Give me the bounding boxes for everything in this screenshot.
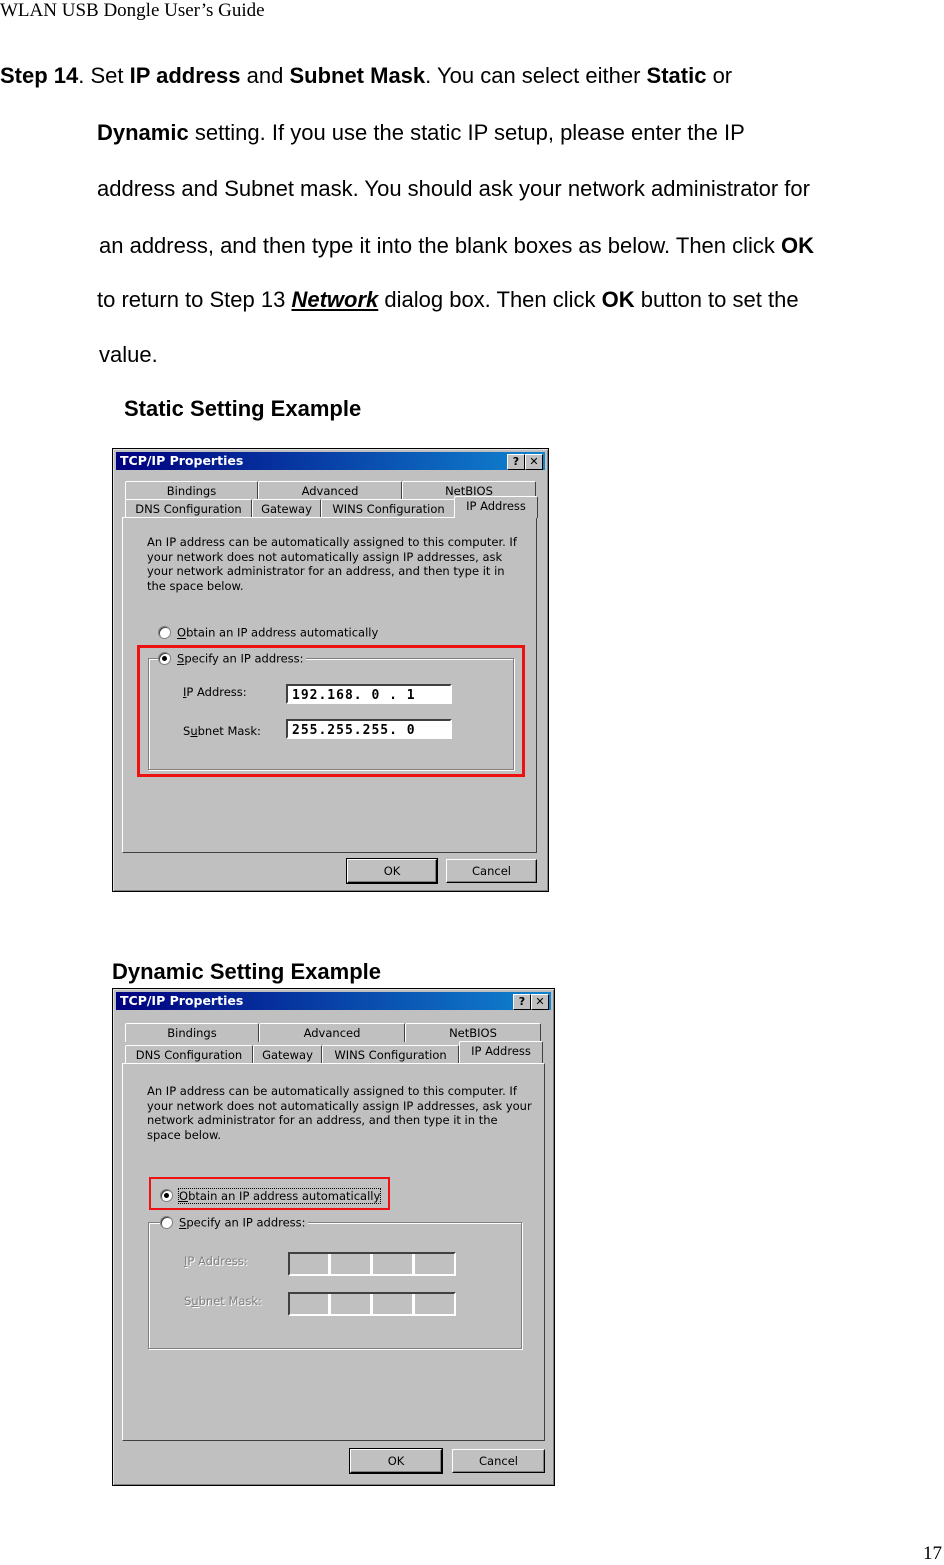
close-icon: ✕: [529, 455, 539, 468]
tab-advanced[interactable]: Advanced: [259, 1023, 405, 1042]
tab-gateway[interactable]: Gateway: [253, 1045, 322, 1064]
static-example-caption: Static Setting Example: [124, 396, 362, 421]
text: dialog box. Then click: [378, 287, 602, 312]
octet-separator: [370, 1254, 373, 1274]
tab-ip-address[interactable]: IP Address: [454, 496, 538, 518]
radio-button-unselected[interactable]: [158, 626, 171, 639]
tab-bindings[interactable]: Bindings: [125, 1023, 259, 1042]
term-ok: OK: [781, 233, 815, 258]
cancel-button[interactable]: Cancel: [446, 859, 537, 883]
title-bar: TCP/IP Properties ? ✕: [116, 452, 545, 470]
term-dynamic: Dynamic: [97, 120, 189, 145]
close-icon: ✕: [535, 995, 545, 1008]
subnet-mask-label: Subnet Mask:: [184, 1294, 262, 1308]
radio-button-unselected[interactable]: [160, 1216, 173, 1229]
dynamic-tcpip-dialog: TCP/IP Properties ? ✕ Bindings Advanced …: [112, 988, 555, 1486]
page-number: 17: [923, 1543, 942, 1564]
instruction-line-6: value.: [99, 342, 158, 368]
text: value.: [99, 342, 158, 367]
panel-description: An IP address can be automatically assig…: [147, 1084, 532, 1142]
accel: u: [191, 1294, 199, 1308]
ip-address-label: IP Address:: [184, 1254, 248, 1268]
help-button[interactable]: ?: [507, 454, 525, 470]
accel: O: [177, 625, 187, 640]
static-tcpip-dialog: TCP/IP Properties ? ✕ Bindings Advanced …: [112, 448, 549, 892]
radio-specify-ip[interactable]: Specify an IP address:: [160, 1215, 308, 1230]
octet-separator: [328, 1254, 331, 1274]
title-bar: TCP/IP Properties ? ✕: [116, 992, 551, 1010]
text: btain an IP address automatically: [186, 625, 379, 640]
text: P Address:: [187, 1254, 248, 1268]
tab-dns-configuration[interactable]: DNS Configuration: [125, 1045, 253, 1064]
step-label: Step 14: [0, 63, 79, 88]
help-button[interactable]: ?: [513, 994, 531, 1010]
tab-wins-configuration[interactable]: WINS Configuration: [321, 499, 456, 518]
tab-ip-address[interactable]: IP Address: [459, 1041, 543, 1063]
instruction-line-5: to return to Step 13 Network dialog box.…: [97, 287, 799, 313]
text: address and Subnet mask. You should ask …: [97, 176, 810, 201]
help-icon: ?: [518, 995, 526, 1008]
tab-netbios[interactable]: NetBIOS: [405, 1023, 541, 1042]
text: to return to Step 13: [97, 287, 292, 312]
text: button to set the: [634, 287, 799, 312]
text: . You can select either: [425, 63, 647, 88]
subnet-mask-input[interactable]: [288, 1292, 456, 1316]
dialog-title: TCP/IP Properties: [120, 993, 244, 1008]
red-highlight-box: [137, 645, 525, 777]
specify-ip-groupbox: [148, 1222, 522, 1349]
instruction-line-3: address and Subnet mask. You should ask …: [97, 176, 810, 202]
instruction-line-4: an address, and then type it into the bl…: [99, 233, 814, 259]
octet-separator: [412, 1254, 415, 1274]
octet-separator: [370, 1294, 373, 1314]
dynamic-example-caption: Dynamic Setting Example: [112, 959, 381, 984]
term-ip-address: IP address: [129, 63, 241, 88]
text: and: [240, 63, 290, 88]
running-header: WLAN USB Dongle User’s Guide: [0, 0, 265, 21]
close-button[interactable]: ✕: [525, 454, 543, 470]
term-ok: OK: [601, 287, 635, 312]
radio-label: Obtain an IP address automatically: [177, 626, 378, 640]
network-link[interactable]: Network: [291, 287, 378, 312]
close-button[interactable]: ✕: [531, 994, 549, 1010]
text: bnet Mask:: [198, 1294, 262, 1308]
ip-address-input[interactable]: [288, 1252, 456, 1276]
tab-advanced[interactable]: Advanced: [258, 481, 402, 500]
term-static: Static: [646, 63, 707, 88]
text: pecify an IP address:: [186, 1215, 306, 1230]
tab-gateway[interactable]: Gateway: [252, 499, 321, 518]
tab-bindings[interactable]: Bindings: [125, 481, 258, 500]
instruction-line-1: Step 14. Set IP address and Subnet Mask.…: [0, 63, 732, 89]
red-highlight-box: [149, 1177, 390, 1210]
dialog-title: TCP/IP Properties: [120, 453, 244, 468]
ok-button[interactable]: OK: [349, 1448, 443, 1474]
octet-separator: [412, 1294, 415, 1314]
panel-description: An IP address can be automatically assig…: [147, 535, 517, 593]
text: an address, and then type it into the bl…: [99, 233, 782, 258]
text: or: [706, 63, 733, 88]
instruction-line-2: Dynamic setting. If you use the static I…: [97, 120, 745, 146]
text: . Set: [78, 63, 130, 88]
tab-dns-configuration[interactable]: DNS Configuration: [125, 499, 252, 518]
cancel-button[interactable]: Cancel: [452, 1449, 545, 1473]
radio-label: Specify an IP address:: [179, 1216, 306, 1230]
text: setting. If you use the static IP setup,…: [188, 120, 745, 145]
radio-obtain-automatically[interactable]: Obtain an IP address automatically: [158, 625, 378, 640]
term-subnet-mask: Subnet Mask: [289, 63, 426, 88]
octet-separator: [328, 1294, 331, 1314]
tab-wins-configuration[interactable]: WINS Configuration: [322, 1045, 459, 1064]
ip-address-panel: An IP address can be automatically assig…: [122, 1063, 545, 1441]
help-icon: ?: [512, 455, 520, 468]
ok-button[interactable]: OK: [346, 858, 438, 884]
